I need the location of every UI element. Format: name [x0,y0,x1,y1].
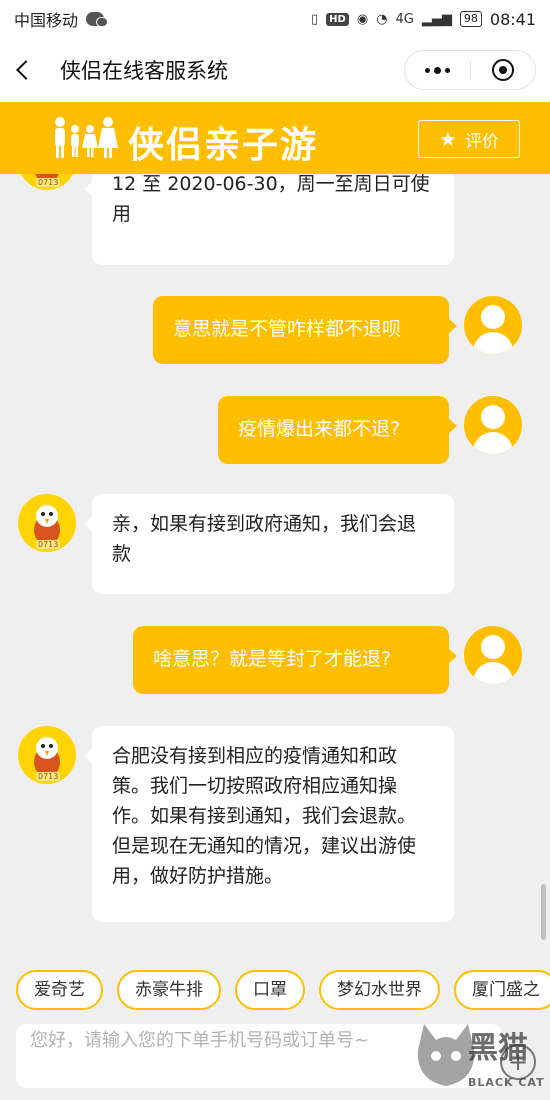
message-text: 亲，如果有接到政府通知，我们会退款 [112,513,417,565]
star-icon: ★ [439,127,457,151]
quick-tag[interactable]: 爱奇艺 [16,970,103,1010]
network-label: 4G [395,11,414,27]
miniapp-capsule [404,50,536,90]
user-avatar-body [473,662,513,684]
agent-avatar-tag: 0713 [36,540,61,549]
user-avatar-head [481,405,505,429]
message-text: 疫情爆出来都不退? [238,418,401,440]
chat-message-agent: 合肥没有接到相应的疫情通知和政策。我们一切按照政府相应通知操作。如果有接到通知，… [84,726,454,922]
chat-scrollbar[interactable] [541,884,546,940]
agent-avatar-tag: 0713 [36,178,61,187]
chat-message-agent: 亲，如果有接到政府通知，我们会退款 [84,494,454,594]
agent-avatar: 0713 [18,174,76,190]
quick-tag[interactable]: 赤豪牛排 [117,970,221,1010]
chat-message-agent: 12 至 2020-06-30，周一至周日可使用 [84,174,454,265]
wechat-icon [86,12,109,27]
more-icon[interactable] [405,66,470,74]
chat-area[interactable]: 0713 12 至 2020-06-30，周一至周日可使用 意思就是不管咋样都不… [0,174,550,956]
chat-message-user: 啥意思？就是等封了才能退? [133,626,457,694]
user-avatar-body [473,332,513,354]
user-avatar-body [473,432,513,454]
signal-icon: ▂▄▆ [421,11,452,27]
status-bar: 中国移动 ▯ HD ◉ ◔ 4G ▂▄▆ 98 08:41 [0,0,550,38]
back-icon[interactable] [0,38,46,102]
family-logo-icon [55,117,118,158]
clock: 08:41 [489,9,536,29]
rate-label: 评价 [464,131,499,152]
quick-tag[interactable]: 口罩 [235,970,305,1010]
quick-tag[interactable]: 厦门盛之 [454,970,550,1010]
message-input[interactable]: 您好，请输入您的下单手机号码或订单号~ [16,1024,502,1088]
watermark-subtext: BLACK CAT [468,1076,545,1089]
eye-icon: ◉ [356,11,369,27]
user-avatar [464,296,522,354]
quick-tag[interactable]: 梦幻水世界 [319,970,440,1010]
page-title: 侠侣在线客服系统 [60,59,228,83]
message-text: 啥意思？就是等封了才能退? [153,648,392,670]
vibrate-icon: ▯ [311,11,319,27]
status-left: 中国移动 [14,7,109,31]
user-avatar [464,396,522,454]
quick-tags-bar: 爱奇艺 赤豪牛排 口罩 梦幻水世界 厦门盛之 [0,956,550,1024]
message-text: 意思就是不管咋样都不退呗 [173,318,402,340]
status-right: ▯ HD ◉ ◔ 4G ▂▄▆ 98 08:41 [311,10,536,29]
agent-avatar: 0713 [18,726,76,784]
carrier-label: 中国移动 [14,11,79,30]
wifi-icon: ◔ [376,11,388,27]
brand-bar: 侠侣亲子游 ★ 评价 [0,102,550,174]
user-avatar-head [481,635,505,659]
chat-message-user: 意思就是不管咋样都不退呗 [153,296,457,364]
agent-avatar: 0713 [18,494,76,552]
user-avatar-head [481,305,505,329]
brand-title: 侠侣亲子游 [128,125,319,166]
agent-avatar-tag: 0713 [36,772,61,781]
nav-bar: 侠侣在线客服系统 [0,38,550,102]
user-avatar [464,626,522,684]
rate-button[interactable]: ★ 评价 [418,120,520,158]
message-text: 合肥没有接到相应的疫情通知和政策。我们一切按照政府相应通知操作。如果有接到通知，… [112,745,417,887]
hd-badge: HD [326,12,349,26]
close-miniapp-icon[interactable] [471,59,536,81]
message-text: 12 至 2020-06-30，周一至周日可使用 [112,174,430,225]
battery-level: 98 [459,11,482,27]
watermark-text: 黑猫 [468,1031,528,1066]
chat-message-user: 疫情爆出来都不退? [218,396,457,464]
